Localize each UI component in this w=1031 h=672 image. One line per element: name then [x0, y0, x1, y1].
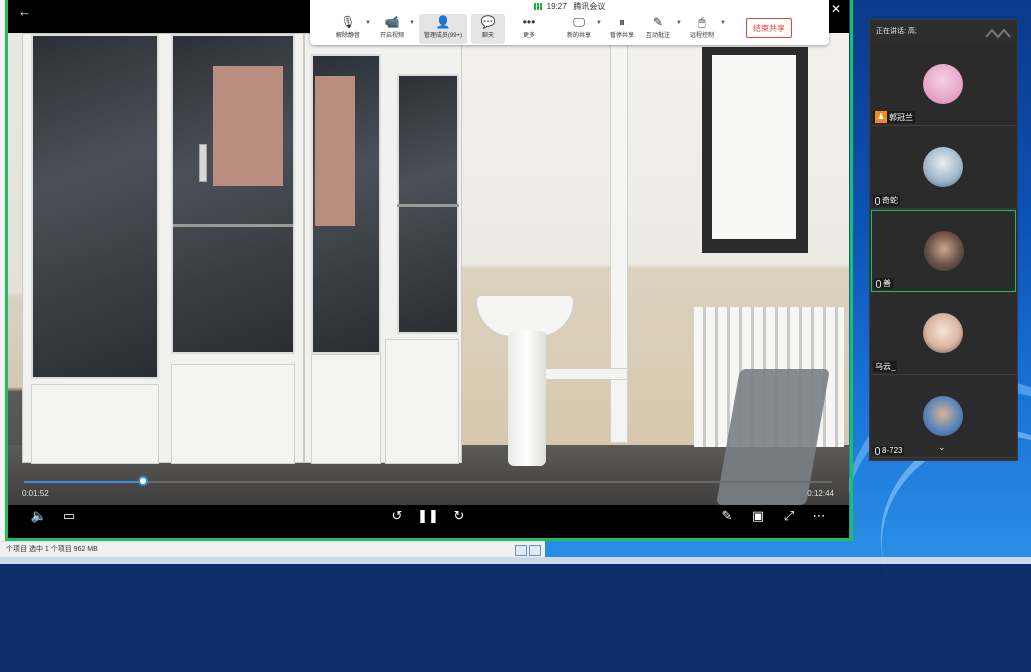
- signal-icon: [533, 3, 542, 11]
- progress-fill: [24, 481, 143, 483]
- rewind-10-icon[interactable]: ↺: [386, 507, 408, 525]
- remote-control-icon: 🖱: [698, 15, 706, 29]
- mic-icon: [876, 279, 881, 288]
- mic-muted-icon: 🎙: [340, 15, 356, 29]
- members-icon: 👤: [435, 15, 451, 29]
- back-arrow-icon[interactable]: ←: [18, 4, 31, 19]
- large-icons-view-icon[interactable]: [529, 545, 541, 556]
- avatar: [923, 313, 963, 353]
- mic-icon: [875, 446, 880, 455]
- forward-30-icon[interactable]: ↻: [448, 507, 470, 525]
- progress-knob[interactable]: [137, 476, 148, 486]
- more-icon: •••: [522, 15, 536, 29]
- avatar: [924, 231, 964, 271]
- meeting-toolbar: 19:27 腾讯会议 🎙 解除静音 ▼ 📹 开启视频 ▼ 👤 管理成员(99+)…: [310, 0, 841, 45]
- tool-chat[interactable]: 💬 聊天: [471, 14, 505, 44]
- volume-icon[interactable]: 🔈: [28, 507, 50, 525]
- meeting-app-name: 腾讯会议: [573, 2, 606, 11]
- end-share-button[interactable]: 结束共享: [746, 18, 792, 38]
- meeting-time: 19:27: [546, 2, 567, 11]
- chat-icon: 💬: [480, 15, 496, 29]
- chevron-down-icon[interactable]: ▼: [409, 20, 415, 26]
- video-frame: [8, 33, 849, 505]
- pause-icon[interactable]: ❚❚: [417, 507, 439, 525]
- participant-tile[interactable]: 善: [871, 210, 1016, 292]
- tool-unmute[interactable]: 🎙 解除静音: [326, 14, 370, 44]
- avatar: [923, 147, 963, 187]
- video-player: ← 0:01:52 0:12:44 🔈 ▭ ↺ ❚❚ ↻ ✎ ▣ ⤢ ⋯: [8, 0, 849, 538]
- details-view-icon[interactable]: [515, 545, 527, 556]
- tool-manage-members[interactable]: 👤 管理成员(99+): [419, 14, 467, 44]
- tool-new-share[interactable]: 🖵 新的共享: [557, 14, 601, 44]
- participant-tile[interactable]: ♟ 郭冠兰: [871, 44, 1016, 126]
- avatar: [923, 64, 963, 104]
- picture-in-picture-icon[interactable]: ▣: [747, 507, 769, 525]
- tool-remote-control[interactable]: 🖱 远程控制: [680, 14, 724, 44]
- subtitles-icon[interactable]: ▭: [58, 507, 80, 525]
- fullscreen-icon[interactable]: ⤢: [778, 507, 800, 525]
- explorer-status-bar: 个项目 选中 1 个项目 962 MB: [0, 541, 545, 557]
- chevron-down-icon[interactable]: ▼: [720, 20, 726, 26]
- tencent-meeting-logo-icon: [985, 28, 1011, 38]
- annotate-icon: ✎: [652, 15, 664, 29]
- speaking-indicator: 正在讲话: 高;: [870, 20, 1017, 44]
- camera-off-icon: 📹: [384, 15, 400, 29]
- current-time: 0:01:52: [22, 489, 49, 498]
- share-screen-icon: 🖵: [573, 15, 585, 29]
- pen-icon[interactable]: ✎: [716, 507, 738, 525]
- scroll-down-chevron-icon[interactable]: ⌄: [938, 442, 946, 453]
- participant-tile[interactable]: 奇蛇: [871, 127, 1016, 209]
- explorer-window-edge: [0, 0, 8, 545]
- meeting-status: 19:27 腾讯会议: [310, 1, 829, 12]
- participants-panel: 正在讲话: 高; ♟ 郭冠兰 奇蛇 善 乌云_ 8-723 ⌄: [869, 19, 1018, 461]
- explorer-status-text: 个项目 选中 1 个项目 962 MB: [6, 545, 98, 553]
- close-icon[interactable]: ✕: [831, 2, 841, 16]
- taskbar: [0, 557, 1031, 564]
- tool-annotate[interactable]: ✎ 互动批注: [636, 14, 680, 44]
- avatar: [923, 396, 963, 436]
- more-options-icon[interactable]: ⋯: [808, 507, 830, 525]
- host-badge-icon: ♟: [875, 111, 887, 123]
- total-time: 0:12:44: [807, 489, 834, 498]
- participant-tile[interactable]: 乌云_: [871, 293, 1016, 375]
- mic-icon: [875, 196, 880, 205]
- tool-more[interactable]: ••• 更多: [507, 14, 551, 44]
- tool-start-video[interactable]: 📹 开启视频: [370, 14, 414, 44]
